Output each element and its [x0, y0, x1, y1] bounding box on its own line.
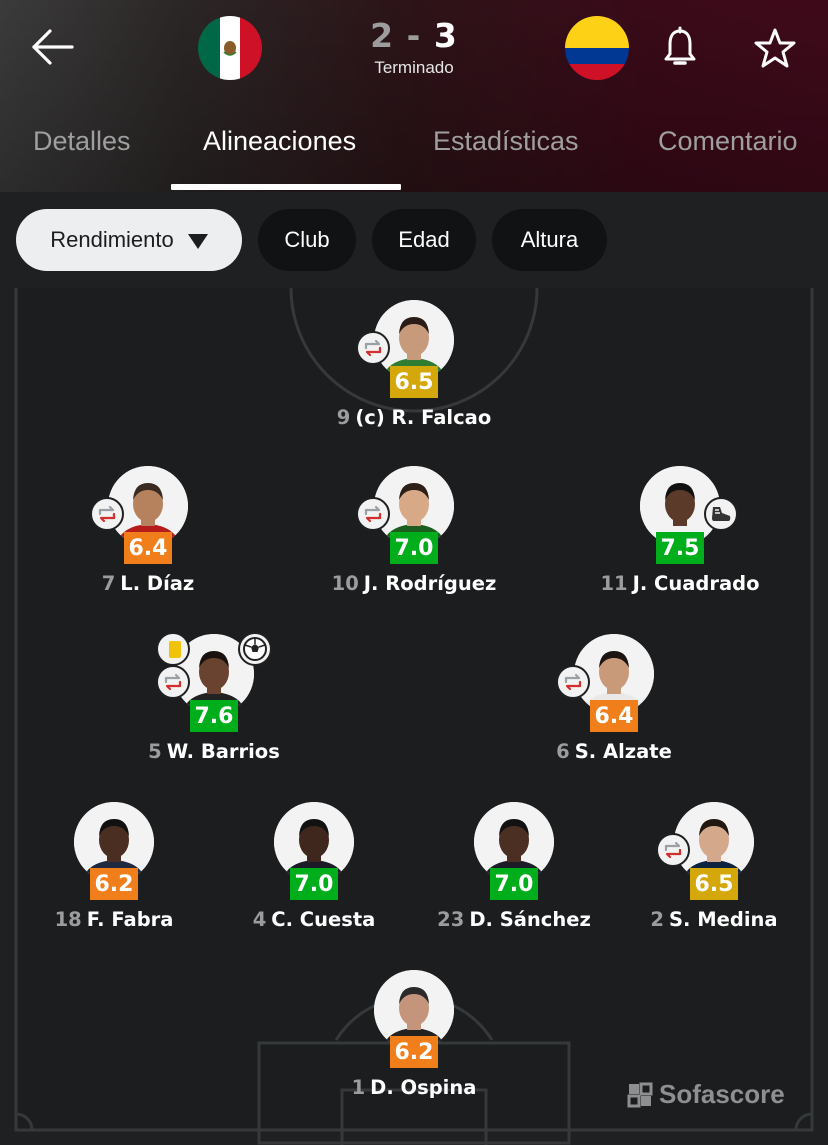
home-score: 2 [370, 16, 395, 55]
watermark-text: Sofascore [659, 1079, 785, 1109]
colombia-flag-icon[interactable] [565, 16, 629, 80]
player-number: 11 [600, 572, 628, 595]
active-tab-indicator [171, 184, 401, 190]
player-name-row[interactable]: 5 W. Barrios [104, 740, 324, 763]
player-name: W. Barrios [166, 740, 280, 763]
player-name-row[interactable]: 9 (c) R. Falcao [304, 406, 524, 429]
player-name-row[interactable]: 6 S. Alzate [504, 740, 724, 763]
substitution-icon [156, 665, 190, 699]
player-name: F. Fabra [86, 908, 174, 931]
player-number: 9 [336, 406, 351, 429]
player-name: J. Rodríguez [363, 572, 497, 595]
player-number: 4 [252, 908, 267, 931]
match-header: 2 - 3 Terminado Detalles Alineaciones Es… [0, 0, 828, 192]
mexico-flag-icon[interactable] [198, 16, 262, 80]
substitution-icon [90, 497, 124, 531]
yellow-card-icon [156, 632, 190, 666]
match-status: Terminado [374, 58, 454, 77]
player-rating: 6.2 [90, 868, 138, 900]
score-separator: - [406, 16, 422, 55]
player-number: 18 [54, 908, 82, 931]
player-number: 10 [331, 572, 359, 595]
player-number: 6 [556, 740, 570, 763]
sofascore-logo-icon [627, 1082, 653, 1107]
tab-bar: Detalles Alineaciones Estadísticas Comen… [0, 118, 828, 192]
player-name: D. Sánchez [469, 908, 591, 931]
altura-chip[interactable]: Altura [492, 209, 607, 271]
player-rating: 6.5 [390, 366, 438, 398]
player-number: 2 [650, 908, 664, 931]
player-name: C. Cuesta [271, 908, 376, 931]
substitution-icon [356, 331, 390, 365]
player-rating: 7.5 [656, 532, 704, 564]
rendimiento-label: Rendimiento [50, 227, 174, 252]
player-number: 5 [148, 740, 162, 763]
tab-detalles[interactable]: Detalles [33, 126, 131, 157]
player-name: S. Alzate [574, 740, 672, 763]
notification-button[interactable] [660, 26, 700, 70]
player-rating: 7.6 [190, 700, 238, 732]
player-number: 23 [437, 908, 465, 931]
caret-down-icon [187, 233, 208, 249]
assist-boot-icon [704, 497, 738, 531]
substitution-icon [356, 497, 390, 531]
player-name: L. Díaz [120, 572, 195, 595]
player-number: 7 [101, 572, 116, 595]
tab-alineaciones[interactable]: Alineaciones [203, 126, 356, 157]
back-button[interactable] [28, 26, 76, 70]
tab-estadisticas[interactable]: Estadísticas [433, 126, 579, 157]
player-rating: 7.0 [390, 532, 438, 564]
goal-ball-icon [238, 632, 272, 666]
substitution-icon [656, 833, 690, 867]
player-rating: 6.2 [390, 1036, 438, 1068]
player-name-row[interactable]: 23 D. Sánchez [404, 908, 624, 931]
tab-comentario[interactable]: Comentario [658, 126, 798, 157]
edad-chip[interactable]: Edad [372, 209, 476, 271]
player-rating: 6.4 [124, 532, 172, 564]
player-name-row[interactable]: 7 L. Díaz [38, 572, 258, 595]
filter-bar: Rendimiento Club Edad Altura [0, 192, 828, 288]
player-rating: 7.0 [290, 868, 338, 900]
player-name-row[interactable]: 11 J. Cuadrado [570, 572, 790, 595]
player-name-row[interactable]: 4 C. Cuesta [204, 908, 424, 931]
player-rating: 6.4 [590, 700, 638, 732]
player-rating: 6.5 [690, 868, 738, 900]
favorite-button[interactable] [752, 26, 798, 70]
player-name-row[interactable]: 10 J. Rodríguez [304, 572, 524, 595]
match-score: 2 - 3 Terminado [340, 16, 488, 78]
rendimiento-dropdown[interactable]: Rendimiento [16, 209, 242, 271]
player-name: (c) R. Falcao [355, 406, 492, 429]
player-rating: 7.0 [490, 868, 538, 900]
player-name: D. Ospina [370, 1076, 477, 1099]
player-name: S. Medina [669, 908, 778, 931]
sofascore-watermark: Sofascore [627, 1079, 785, 1110]
bell-icon [664, 26, 696, 65]
substitution-icon [556, 665, 590, 699]
star-icon [754, 28, 796, 68]
player-name-row[interactable]: 1 D. Ospina [304, 1076, 524, 1099]
player-name-row[interactable]: 18 F. Fabra [4, 908, 224, 931]
away-score: 3 [433, 16, 458, 55]
player-number: 1 [351, 1076, 366, 1099]
arrow-left-icon [32, 29, 74, 65]
club-chip[interactable]: Club [258, 209, 356, 271]
player-name-row[interactable]: 2 S. Medina [604, 908, 824, 931]
player-name: J. Cuadrado [632, 572, 760, 595]
